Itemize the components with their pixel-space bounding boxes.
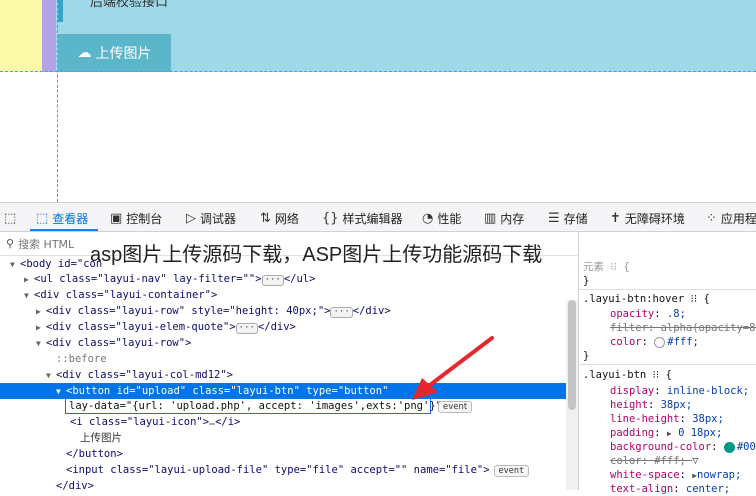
css-prop-color-overridden[interactable]: color: #fff; ▽ <box>610 454 699 468</box>
expand-triangle-icon[interactable]: ▶ <box>667 429 672 438</box>
tab-label: 无障碍环境 <box>624 211 685 226</box>
highlight-guide-horizontal <box>0 71 756 72</box>
yellow-column <box>0 0 42 72</box>
search-icon: ⚲ <box>6 237 15 250</box>
tab-label: 网络 <box>274 211 299 226</box>
rule-options-icon[interactable]: ⁝⁝ <box>610 261 617 273</box>
color-swatch[interactable] <box>654 336 666 348</box>
tab-performance[interactable]: ◔ 性能 <box>422 203 461 233</box>
ellipsis-badge[interactable]: ··· <box>330 307 353 318</box>
accessibility-icon: ✝ <box>610 210 621 226</box>
tree-node-row[interactable]: ▼ <div class="layui-row"> <box>36 335 191 351</box>
css-prop-line-height[interactable]: line-height: 38px; <box>610 412 724 426</box>
expand-triangle-icon: ▶ <box>24 275 29 284</box>
active-tab-indicator <box>30 229 98 231</box>
ellipsis-badge[interactable]: ··· <box>261 275 284 286</box>
rule-divider <box>579 289 756 290</box>
css-prop-white-space[interactable]: white-space: ▶nowrap; <box>610 468 741 483</box>
annotation-arrow <box>412 336 494 400</box>
css-prop-text-align[interactable]: text-align: center; <box>610 482 730 496</box>
filter-icon[interactable]: ▽ <box>692 454 698 468</box>
color-swatch[interactable] <box>723 441 735 453</box>
tab-console[interactable]: ▣ 控制台 <box>110 203 162 233</box>
search-input[interactable]: 搜索 HTML <box>18 236 74 252</box>
tab-application[interactable]: ⁘ 应用程 <box>706 203 756 233</box>
memory-icon: ▥ <box>484 210 497 226</box>
tab-style-editor[interactable]: {} 样式编辑器 <box>322 203 403 233</box>
event-badge[interactable]: event <box>493 465 530 477</box>
network-icon: ⇅ <box>260 210 271 226</box>
highlight-guide-vertical <box>57 0 58 202</box>
page-preview: 后端校验接口 ☁ 上传图片 <box>0 0 756 202</box>
tree-node-before[interactable]: ::before <box>56 351 107 367</box>
tree-node-nav[interactable]: ▶ <ul class="layui-nav" lay-filter=""> ···… <box>24 271 315 287</box>
style-editor-icon: {} <box>322 210 339 226</box>
tab-accessibility[interactable]: ✝ 无障碍环境 <box>610 203 685 233</box>
purple-column <box>42 0 56 72</box>
attribute-edit-field[interactable]: lay-data="{url: 'upload.php', accept: 'i… <box>65 398 442 414</box>
cloud-upload-icon: ☁ <box>77 45 92 61</box>
apps-icon: ⁘ <box>706 210 717 226</box>
tab-network[interactable]: ⇅ 网络 <box>260 203 299 233</box>
tab-label: 内存 <box>500 211 525 226</box>
markup-scrollbar-thumb[interactable] <box>568 300 576 410</box>
upload-button-label: 上传图片 <box>95 46 152 62</box>
overlay-title: asp图片上传源码下载，ASP图片上传功能源码下载 <box>90 244 543 266</box>
element-rule-label: 元素 ⁝⁝ { <box>583 261 630 273</box>
css-prop-filter[interactable]: filter: alpha(opacity=80 <box>610 321 756 335</box>
performance-icon: ◔ <box>422 210 434 226</box>
quote-text: 后端校验接口 <box>90 0 169 10</box>
debugger-icon: ▷ <box>186 210 196 226</box>
css-prop-background-color[interactable]: background-color: #009 <box>610 440 756 454</box>
pick-element-icon: ⬚ <box>4 210 17 226</box>
hover-rule-selector[interactable]: .layui-btn:hover ⁝⁝ { <box>583 292 710 306</box>
collapse-triangle-icon: ▼ <box>10 260 15 269</box>
rule-options-icon[interactable]: ⁝⁝ <box>653 369 660 381</box>
tab-label: 应用程 <box>720 211 756 226</box>
tab-label: 调试器 <box>200 211 237 226</box>
tree-node-body[interactable]: ▼ <body id="con <box>10 256 102 272</box>
btn-rule-selector[interactable]: .layui-btn ⁝⁝ { <box>583 368 672 382</box>
rule-options-icon[interactable]: ⁝⁝ <box>690 293 697 305</box>
rule-divider <box>579 364 756 365</box>
tree-node-col[interactable]: ▼ <div class="layui-col-md12"> <box>46 367 233 383</box>
tab-debugger[interactable]: ▷ 调试器 <box>186 203 236 233</box>
tab-label: 查看器 <box>52 211 89 226</box>
tab-memory[interactable]: ▥ 内存 <box>484 203 524 233</box>
css-prop-display[interactable]: display: inline-block; <box>610 384 749 398</box>
tab-label: 样式编辑器 <box>342 211 403 226</box>
tree-node-row-style[interactable]: ▶ <div class="layui-row" style="height: 4… <box>36 303 391 319</box>
devtools-toolbar: ⬚ ⬚ 查看器 ▣ 控制台 ▷ 调试器 ⇅ 网络 {} 样式编辑器 ◔ 性能 ▥… <box>0 202 756 232</box>
tree-node-container[interactable]: ▼ <div class="layui-container"> <box>24 287 217 303</box>
css-prop-padding[interactable]: padding: ▶ 0 18px; <box>610 426 722 441</box>
tree-node-div-close[interactable]: </div> <box>56 478 94 494</box>
css-prop-opacity[interactable]: opacity: .8; <box>610 307 686 321</box>
collapse-triangle-icon: ▼ <box>46 371 51 380</box>
tree-node-button: ▼ <button id="upload" class="layui-btn" t… <box>56 383 388 399</box>
brace-close: } <box>583 350 590 362</box>
css-prop-color[interactable]: color: #fff; <box>610 335 699 349</box>
upload-image-button[interactable]: ☁ 上传图片 <box>58 34 171 72</box>
console-icon: ▣ <box>110 210 123 226</box>
tree-node-text[interactable]: 上传图片 <box>80 430 122 446</box>
tree-node-input[interactable]: <input class="layui-upload-file" type="f… <box>66 462 530 478</box>
collapse-triangle-icon: ▼ <box>36 339 41 348</box>
tab-label: 性能 <box>437 211 462 226</box>
expand-triangle-icon: ▶ <box>36 307 41 316</box>
tree-node-icon[interactable]: <i class="layui-icon"> </i> <box>70 414 240 430</box>
tab-storage[interactable]: ☰ 存储 <box>548 203 588 233</box>
tree-node-button-close[interactable]: </button> <box>66 446 123 462</box>
element-picker-button[interactable]: ⬚ <box>4 203 20 233</box>
storage-icon: ☰ <box>548 210 560 226</box>
inspector-icon: ⬚ <box>36 210 49 226</box>
expand-triangle-icon: ▶ <box>36 323 41 332</box>
tab-label: 存储 <box>563 211 588 226</box>
quote-accent-bar <box>58 0 63 22</box>
brace-close: } <box>583 275 590 287</box>
tree-node-quote[interactable]: ▶ <div class="layui-elem-quote"> ··· </div> <box>36 319 296 335</box>
css-prop-height[interactable]: height: 38px; <box>610 398 692 412</box>
collapse-triangle-icon: ▼ <box>24 291 29 300</box>
ellipsis-badge[interactable]: ··· <box>235 323 258 334</box>
tab-label: 控制台 <box>126 211 163 226</box>
